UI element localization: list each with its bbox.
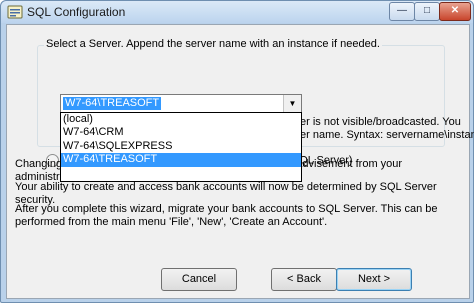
dropdown-option[interactable]: (local) (61, 113, 301, 126)
server-combobox[interactable]: W7-64\TREASOFT ▼ (60, 94, 302, 114)
dropdown-option[interactable]: W7-64\SQLEXPRESS (61, 140, 301, 153)
cancel-button[interactable]: Cancel (161, 268, 237, 291)
migration-text: After you complete this wizard, migrate … (15, 203, 438, 228)
maximize-icon: □ (423, 5, 431, 16)
server-dropdown-list[interactable]: (local) W7-64\CRM W7-64\SQLEXPRESS W7-64… (60, 112, 302, 182)
server-note-line1: er is not visible/broadcasted. You (300, 116, 461, 128)
server-group-label: Select a Server. Append the server name … (44, 38, 382, 50)
maximize-button[interactable]: □ (414, 2, 440, 21)
back-button[interactable]: < Back (271, 268, 337, 291)
server-note-line2: er name. Syntax: servername\instance (300, 129, 474, 141)
server-combobox-value: W7-64\TREASOFT (63, 97, 162, 110)
title-bar[interactable]: SQL Configuration — □ ✕ (1, 1, 473, 23)
chevron-down-icon: ▼ (288, 99, 297, 108)
dialog-client-area: Select a Server. Append the server name … (6, 24, 474, 299)
sql-configuration-window: SQL Configuration — □ ✕ Select a Server.… (0, 0, 474, 303)
app-icon (7, 5, 23, 19)
server-group-box: Select a Server. Append the server name … (37, 38, 474, 182)
close-icon: ✕ (450, 5, 460, 16)
dropdown-option-selected[interactable]: W7-64\TREASOFT (61, 153, 301, 167)
next-button[interactable]: Next > (336, 268, 412, 291)
minimize-icon: — (397, 5, 407, 16)
minimize-button[interactable]: — (389, 2, 415, 21)
window-title: SQL Configuration (27, 5, 126, 19)
combobox-dropdown-button[interactable]: ▼ (283, 95, 301, 113)
close-button[interactable]: ✕ (439, 2, 471, 21)
dropdown-option[interactable]: W7-64\CRM (61, 126, 301, 139)
